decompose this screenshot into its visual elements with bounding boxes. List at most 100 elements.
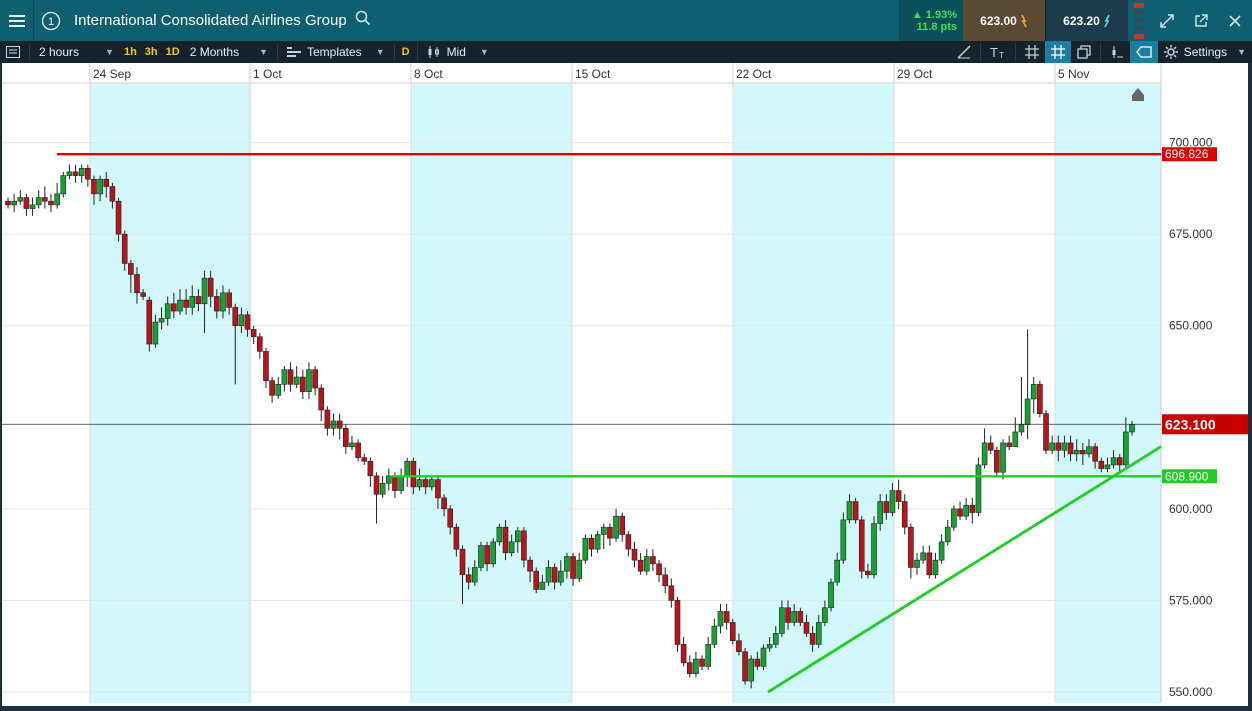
change-points: 11.8 pts — [916, 20, 957, 33]
candle-body — [815, 622, 822, 645]
candle-body — [975, 464, 982, 513]
candle-body — [963, 504, 969, 517]
candle-body — [594, 534, 601, 550]
candle-body — [877, 501, 883, 524]
candle-body — [379, 482, 386, 495]
candle-body — [1000, 442, 1006, 473]
candle-body — [109, 186, 116, 202]
candle-body — [564, 556, 570, 572]
candle-body — [1006, 442, 1012, 447]
top-bar: 1 International Consolidated Airlines Gr… — [0, 0, 1252, 41]
candle-body — [48, 200, 54, 206]
candlestick-chart[interactable]: 24 Sep 1 Oct 8 Oct 15 Oct 22 Oct 29 Oct 5 Nov7… — [2, 63, 1248, 706]
candle-body — [1129, 424, 1135, 433]
candle-body — [1092, 446, 1098, 462]
candle-body — [471, 567, 478, 583]
candle-body — [447, 508, 454, 528]
candle-body — [686, 662, 693, 674]
candle-body — [607, 526, 613, 539]
candle-body — [85, 167, 91, 180]
buy-button[interactable]: 623.20 — [1045, 0, 1128, 41]
candle-body — [840, 519, 847, 561]
candle-body — [177, 299, 183, 312]
candle-body — [588, 537, 595, 550]
candle-body — [1104, 464, 1111, 469]
search-icon[interactable] — [355, 10, 371, 31]
candle-body — [361, 457, 368, 462]
label-tool-icon[interactable] — [1129, 41, 1158, 63]
candle-body — [404, 460, 411, 477]
candle-body — [889, 490, 896, 513]
price-type-select[interactable]: Mid ▼ — [421, 41, 495, 63]
candle-body — [238, 314, 245, 327]
settings-button[interactable]: Settings ▼ — [1158, 41, 1252, 63]
x-tick-label: 24 Sep — [93, 67, 131, 81]
layers-icon[interactable] — [1071, 41, 1097, 63]
chart-area[interactable]: 24 Sep 1 Oct 8 Oct 15 Oct 22 Oct 29 Oct 5 Nov 7… — [2, 63, 1248, 706]
menu-icon[interactable] — [0, 0, 34, 41]
candle-body — [785, 607, 791, 623]
candle-body — [791, 611, 797, 623]
candle-body — [705, 644, 711, 667]
candle-body — [551, 567, 558, 583]
candle-body — [938, 541, 945, 561]
instrument-number-badge[interactable]: 1 — [34, 0, 68, 41]
indicator-icon[interactable] — [1104, 41, 1130, 63]
candle-body — [300, 376, 306, 392]
chevron-down-icon: ▼ — [375, 47, 385, 57]
candle-body — [858, 519, 865, 572]
level-label: 608.900 — [1165, 469, 1209, 483]
candle-body — [809, 633, 816, 645]
x-tick-label: 5 Nov — [1058, 67, 1089, 81]
interval-select[interactable]: 2 hours ▼ — [33, 41, 120, 63]
candle-body — [115, 200, 122, 235]
sell-button[interactable]: 623.00 — [963, 0, 1045, 41]
x-tick-label: 15 Oct — [575, 67, 611, 81]
grid-icon[interactable] — [1019, 41, 1045, 63]
quick-1d-button[interactable]: 1D — [162, 46, 184, 58]
candle-body — [729, 622, 736, 642]
candle-body — [803, 622, 810, 634]
x-tick-label: 1 Oct — [253, 67, 282, 81]
candle-body — [121, 233, 128, 264]
popout-icon[interactable] — [1184, 0, 1218, 41]
draw-line-tool-icon[interactable] — [951, 41, 977, 63]
y-tick-label: 575.000 — [1169, 593, 1213, 607]
text-tool-icon[interactable]: TT — [984, 41, 1012, 63]
close-icon[interactable] — [1218, 0, 1252, 41]
candle-body — [1098, 460, 1105, 469]
shaded-week — [411, 84, 572, 703]
crosshair-grid-icon[interactable] — [1044, 41, 1071, 63]
candle-body — [643, 556, 650, 572]
candle-body — [772, 633, 779, 645]
range-select[interactable]: 2 Months ▼ — [184, 41, 274, 63]
bottom-bar — [0, 706, 1252, 711]
chevron-down-icon: ▼ — [105, 47, 114, 57]
interval-value: 2 hours — [39, 45, 80, 59]
candle-body — [662, 574, 669, 587]
candle-body — [386, 475, 392, 484]
candle-body — [459, 548, 466, 576]
candle-body — [766, 644, 773, 649]
candle-body — [723, 611, 730, 623]
expand-icon[interactable] — [1150, 0, 1184, 41]
candle-body — [257, 336, 263, 352]
price-change-box: ▲ 1.93% 11.8 pts — [899, 0, 963, 41]
candle-body — [576, 559, 583, 579]
d-button[interactable]: D — [398, 46, 414, 58]
candle-body — [281, 369, 288, 385]
candle-body — [852, 501, 859, 521]
candle-body — [668, 585, 675, 601]
quick-3h-button[interactable]: 3h — [141, 46, 162, 58]
y-tick-label: 600.000 — [1169, 502, 1213, 516]
instrument-title[interactable]: International Consolidated Airlines Grou… — [74, 12, 347, 29]
candle-body — [521, 530, 527, 561]
candle-body — [920, 552, 926, 561]
templates-select[interactable]: Templates ▼ — [281, 41, 391, 63]
layout-icon[interactable] — [0, 41, 26, 63]
candle-body — [508, 541, 515, 554]
candle-body — [600, 526, 607, 535]
quick-1h-button[interactable]: 1h — [120, 46, 141, 58]
candle-body — [926, 552, 933, 576]
svg-text:T: T — [990, 45, 998, 59]
